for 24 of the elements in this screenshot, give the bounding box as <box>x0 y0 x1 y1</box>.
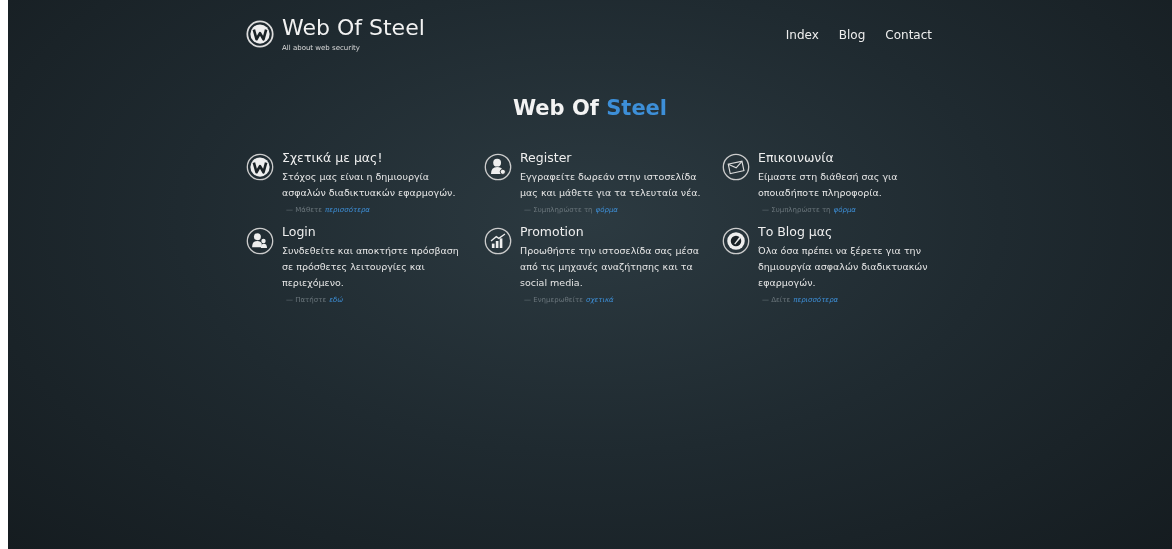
nav-link[interactable]: Contact <box>885 28 932 42</box>
feature-text: Εγγραφείτε δωρεάν στην ιστοσελίδα μας και μάθετε για τα τελευταία νέα. <box>520 170 702 200</box>
feature-title: Login <box>282 224 317 239</box>
feature-title: Register <box>520 150 573 165</box>
pencil-badge-icon <box>722 227 750 255</box>
feature-text: Προωθήστε την ιστοσελίδα σας μέσα από τις μηχανές αναζήτησης και τα social media. <box>520 244 700 290</box>
feature-text: Είμαστε στη διάθεσή σας για οποιαδήποτε πληροφορία. <box>758 170 899 200</box>
feature-title: Επικοινωνία <box>758 150 835 165</box>
hero-title: Web Of Steel <box>511 96 669 120</box>
logo-icon <box>246 153 274 181</box>
feature-title: Το Blog μας <box>758 224 834 239</box>
site-title[interactable]: Web Of Steel <box>282 14 425 42</box>
users-icon <box>246 227 274 255</box>
envelope-icon <box>722 153 750 181</box>
feature-title: Promotion <box>520 224 585 239</box>
feature-title: Σχετικά με μας! <box>282 150 384 165</box>
user-add-icon <box>484 153 512 181</box>
feature-text: Στόχος μας είναι η δημιουργία ασφαλών διαδικτυακών εφαρμογών. <box>282 170 457 200</box>
nav-link[interactable]: Blog <box>838 28 866 42</box>
logo-icon <box>246 20 274 48</box>
nav-link[interactable]: Index <box>785 28 819 42</box>
feature-text: Συνδεθείτε και αποκτήστε πρόσβαση σε πρόσθετες λειτουργίες και περιεχόμενο. <box>282 244 460 290</box>
bar-chart-icon <box>484 227 512 255</box>
feature-text: Όλα όσα πρέπει να ξέρετε για την δημιουργία ασφαλών διαδικτυακών εφαρμογών. <box>758 244 929 290</box>
